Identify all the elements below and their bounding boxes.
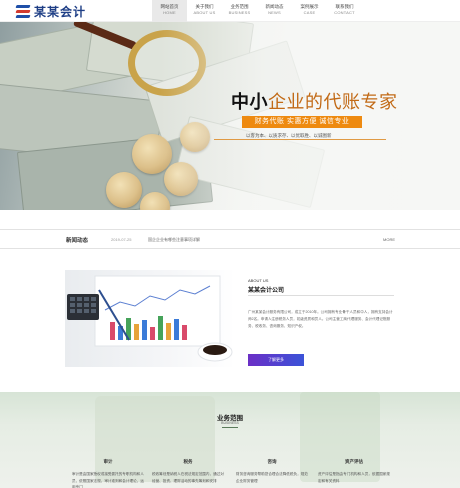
about-divider: [248, 295, 394, 296]
nav-item-home[interactable]: 网站首页 HOME: [152, 0, 187, 22]
about-image: [65, 270, 235, 367]
service-name: 税务: [183, 459, 193, 464]
hero-title: 中小企业的代账专家: [231, 88, 398, 114]
nav-label-en: HOME: [163, 10, 176, 15]
main-nav: 网站首页 HOME 关于我们 ABOUT US 业务范围 BUSINESS 新闻…: [152, 0, 362, 22]
news-bar: 新闻动态 2019-07-25 国企企业有哪些注意事项详解 MORE: [0, 229, 460, 249]
nav-item-business[interactable]: 业务范围 BUSINESS: [222, 0, 257, 22]
news-label: 新闻动态: [66, 238, 89, 244]
hero-title-rest: 企业的代账专家: [268, 92, 398, 112]
service-item-tax[interactable]: 税务 税收筹划是纳税人在税法规定范围内，通过对经营、投资、理财活动的事先筹划和安…: [152, 459, 224, 484]
about-body: 广州某某会计服务有限公司，成立于2010年。公司拥有专业骨干人员和中人，拥有支持…: [248, 310, 393, 328]
service-item-audit[interactable]: 审计 审计是由国家授权或接受委托的专职机构和人员，依照国家法规、审计准则和会计理…: [72, 459, 144, 488]
service-name: 资产评估: [345, 459, 363, 464]
service-desc: 财务咨询服务帮助您合理合法降低税负，规范企业财务管理: [236, 472, 308, 483]
nav-item-about[interactable]: 关于我们 ABOUT US: [187, 0, 222, 22]
nav-label-en: NEWS: [268, 10, 281, 15]
service-item-asset-appraisal[interactable]: 资产评估 资产评估是指由专门机构和人员，依据国家规定和有关资料: [318, 459, 390, 484]
about-en-label: ABOUT US: [248, 278, 269, 283]
news-more-link[interactable]: MORE: [383, 237, 395, 242]
hero-subline: 以客为本、以质求存、以优取胜、以诚图新: [246, 133, 332, 138]
nav-item-contact[interactable]: 联系我们 CONTACT: [327, 0, 362, 22]
service-desc: 审计是由国家授权或接受委托的专职机构和人员，依照国家法规、审计准则和会计理论，运…: [72, 472, 144, 488]
service-desc: 税收筹划是纳税人在税法规定范围内，通过对经营、投资、理财活动的事先筹划和安排: [152, 472, 224, 483]
chart-paper-illustration: [67, 275, 233, 362]
news-date: 2019-07-25: [111, 237, 132, 242]
logo-text: 某某会计: [34, 4, 87, 19]
service-desc: 资产评估是指由专门机构和人员，依据国家规定和有关资料: [318, 472, 390, 483]
news-headline-link[interactable]: 国企企业有哪些注意事项详解: [148, 237, 200, 243]
learn-more-button[interactable]: 了解更多: [248, 354, 304, 366]
logo[interactable]: 某某会计: [15, 3, 87, 19]
hero-title-bold: 中小: [231, 92, 268, 112]
nav-label-en: ABOUT US: [193, 10, 216, 15]
nav-item-case[interactable]: 案例展示 CASE: [292, 0, 327, 22]
logo-mark-icon: [15, 4, 31, 18]
site-header: 某某会计 网站首页 HOME 关于我们 ABOUT US 业务范围 BUSINE…: [0, 0, 460, 22]
service-item-consulting[interactable]: 咨询 财务咨询服务帮助您合理合法降低税负，规范企业财务管理: [236, 459, 308, 484]
hero-banner: [0, 22, 460, 210]
services-subtitle: BUSINESS: [221, 421, 239, 425]
nav-label-en: BUSINESS: [228, 10, 251, 15]
service-name: 咨询: [267, 459, 277, 464]
services-underline: [222, 427, 238, 428]
about-title: 某某会计公司: [248, 288, 285, 294]
nav-label-en: CASE: [303, 10, 316, 15]
services-section: 业务范围 BUSINESS: [0, 392, 460, 488]
hero-divider: [214, 139, 386, 140]
hero-tagline: 财务代账 实惠方便 诚信专业: [242, 116, 362, 128]
service-name: 审计: [103, 459, 113, 464]
nav-item-news[interactable]: 新闻动态 NEWS: [257, 0, 292, 22]
nav-label-en: CONTACT: [334, 10, 355, 15]
